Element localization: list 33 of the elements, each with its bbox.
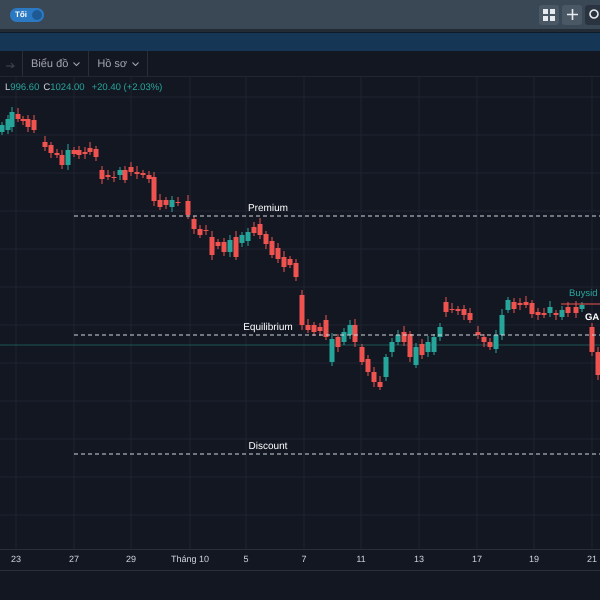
- legend-close-value: 1024.00: [50, 82, 85, 93]
- legend-low-label: L: [5, 82, 10, 93]
- legend-change-value: +20.40 (+2.03%): [92, 82, 162, 93]
- legend-low-value: 996.60: [10, 82, 40, 93]
- legend-close-label: C: [43, 82, 50, 93]
- axis-date-label: 23: [11, 554, 21, 564]
- axis-date-label: 5: [244, 554, 248, 564]
- chevron-down-icon: [132, 62, 140, 66]
- toggle-label: Tối: [15, 10, 27, 19]
- axis-date-label: 19: [529, 554, 539, 564]
- level-label: Premium: [248, 203, 288, 214]
- gap-label: GA: [585, 312, 600, 323]
- add-button[interactable]: [562, 4, 582, 24]
- chevron-down-icon: [73, 62, 80, 66]
- axis-date-label: 7: [302, 554, 306, 564]
- axis-date-label: 13: [414, 554, 424, 564]
- axis-date-label: 21: [587, 554, 597, 564]
- search-icon: [588, 8, 600, 20]
- liquidity-label: Buysid: [569, 288, 598, 299]
- axis-date-label: Tháng 10: [170, 554, 210, 564]
- menu-dropdown[interactable]: Biểu đồ: [23, 51, 90, 76]
- plus-icon: [566, 9, 578, 20]
- menu-dropdown[interactable]: Hồ sơ: [89, 51, 148, 76]
- layout-grid-button[interactable]: [539, 4, 559, 24]
- axis-date-label: 11: [356, 554, 366, 564]
- level-label: Equilibrium: [243, 322, 293, 333]
- search-button[interactable]: [585, 4, 600, 24]
- grid-icon: [543, 8, 555, 20]
- axis-date-label: 17: [472, 554, 482, 564]
- axis-date-label: 27: [69, 554, 79, 564]
- level-label: Discount: [248, 441, 288, 452]
- theme-toggle[interactable]: Tối: [10, 8, 44, 22]
- axis-date-label: 29: [126, 554, 136, 564]
